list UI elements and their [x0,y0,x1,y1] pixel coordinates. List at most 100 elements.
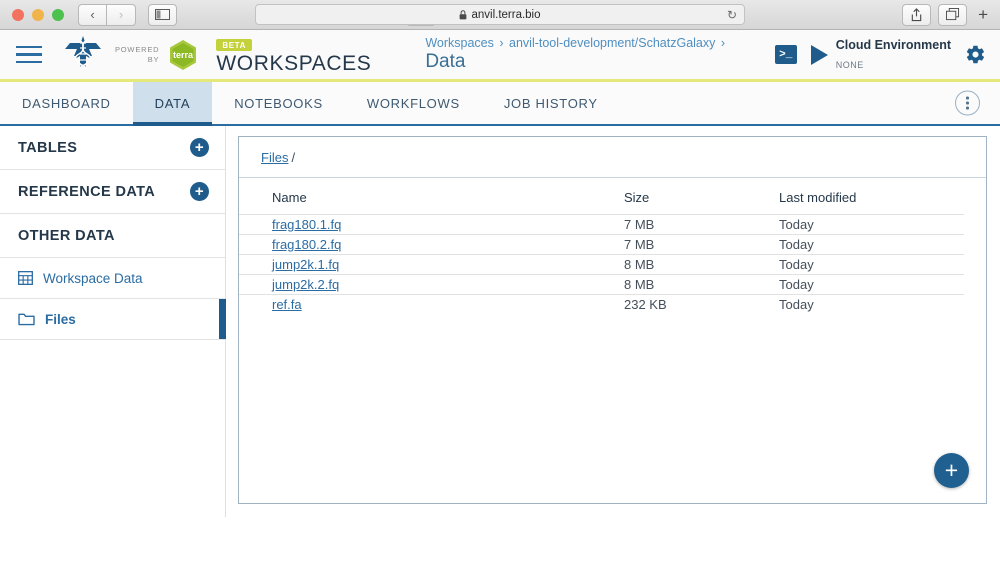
cloud-environment-button[interactable]: Cloud Environment NONE [810,36,951,73]
url-text-group: anvil.terra.bio [459,8,541,21]
sidebar-item-files-label: Files [45,311,76,327]
file-modified: Today [779,276,814,292]
page-title: WORKSPACES [216,52,372,75]
minimize-window-button[interactable] [32,8,44,21]
sidebar-section-reference-data-label: REFERENCE DATA [18,183,156,200]
share-icon [911,7,922,21]
show-tabs-button[interactable] [938,3,968,26]
table-row[interactable]: frag180.2.fq 7 MB Today [239,234,964,254]
file-link[interactable]: frag180.1.fq [272,217,341,232]
window-traffic-lights [12,8,64,21]
files-table: Name Size Last modified frag180.1.fq 7 M… [239,184,964,314]
table-row[interactable]: jump2k.1.fq 8 MB Today [239,254,964,274]
files-table-wrapper: Name Size Last modified frag180.1.fq 7 M… [239,178,986,314]
breadcrumb-current: Data [425,50,466,72]
data-sidebar: TABLES + REFERENCE DATA + OTHER DATA Wor… [0,126,226,517]
play-icon [810,44,828,65]
add-file-button[interactable]: + [934,453,969,488]
more-options-icon[interactable] [955,90,980,116]
lock-icon [460,9,467,19]
new-tab-button[interactable]: + [974,5,992,25]
url-label: anvil.terra.bio [471,8,541,21]
add-reference-data-button[interactable]: + [190,182,209,201]
sidebar-section-tables-label: TABLES [18,139,78,156]
sidebar-toggle-button[interactable] [148,3,177,26]
file-link[interactable]: jump2k.2.fq [272,277,339,292]
file-link[interactable]: ref.fa [272,297,302,312]
tab-dashboard[interactable]: DASHBOARD [0,82,133,124]
brand-group: POWERED BY terra [60,34,198,76]
folder-icon [18,313,35,326]
file-size: 8 MB [624,256,655,272]
powered-by-label: POWERED BY [115,45,159,64]
content-area: Files / Name Size Last modified frag180. [226,126,1000,517]
table-row[interactable]: jump2k.2.fq 8 MB Today [239,274,964,294]
file-size: 8 MB [624,276,655,292]
column-header-size: Size [624,190,650,206]
breadcrumb: Workspaces › anvil-tool-development/Scha… [425,36,727,74]
breadcrumb-root-link[interactable]: Workspaces [425,36,494,50]
anvil-logo-icon [65,35,101,69]
cloud-environment-title: Cloud Environment [835,38,951,53]
back-button[interactable]: ‹ [78,3,107,26]
maximize-window-button[interactable] [52,8,64,21]
header-right-controls: >_ Cloud Environment NONE [774,36,986,73]
column-header-last-modified: Last modified [779,190,857,206]
terra-wordmark: terra [173,50,194,60]
app-header: POWERED BY terra BETA WORKSPACES Workspa… [0,30,1000,82]
sidebar-item-workspace-data[interactable]: Workspace Data [0,258,225,299]
file-size: 7 MB [624,216,655,232]
sidebar-section-tables[interactable]: TABLES + [0,126,225,170]
file-modified: Today [779,216,814,232]
address-bar[interactable]: anvil.terra.bio ↻ [255,4,745,25]
tab-notebooks[interactable]: NOTEBOOKS [212,82,345,124]
chevron-left-icon: ‹ [90,7,95,22]
file-modified: Today [779,256,814,272]
tab-data[interactable]: DATA [132,82,213,126]
sidebar-section-other-data-label: OTHER DATA [18,227,115,244]
powered-by-line2: BY [147,54,160,64]
cloud-environment-status: NONE [835,59,864,70]
hamburger-menu-icon[interactable] [16,45,42,64]
file-modified: Today [779,236,814,252]
files-breadcrumb-slash: / [291,149,296,165]
close-window-button[interactable] [12,8,24,21]
reload-icon[interactable]: ↻ [727,8,737,22]
share-button[interactable] [902,3,932,26]
powered-by-line1: POWERED [115,45,160,55]
file-link[interactable]: frag180.2.fq [272,237,341,252]
tabs-overview-icon [945,8,959,21]
forward-button[interactable]: › [107,3,136,26]
gear-icon[interactable] [965,44,986,65]
sidebar-section-reference-data[interactable]: REFERENCE DATA + [0,170,225,214]
files-breadcrumb-link[interactable]: Files [261,150,288,165]
tab-job-history[interactable]: JOB HISTORY [482,82,620,124]
cloud-environment-label: Cloud Environment NONE [836,36,951,73]
file-size: 7 MB [624,236,655,252]
sidebar-item-files[interactable]: Files [0,299,226,340]
files-table-head: Name Size Last modified [239,184,964,214]
file-link[interactable]: jump2k.1.fq [272,257,339,272]
navigation-buttons: ‹ › [78,3,136,26]
browser-toolbar: ‹ › anvil.terra.bio ↻ + [0,0,1000,30]
table-icon [18,271,33,285]
table-row[interactable]: frag180.1.fq 7 MB Today [239,214,964,234]
tab-workflows[interactable]: WORKFLOWS [345,82,482,124]
sidebar-item-workspace-data-label: Workspace Data [43,270,143,286]
breadcrumb-separator-2: › [720,35,726,50]
file-size: 232 KB [624,296,667,312]
address-bar-container: anvil.terra.bio ↻ [255,4,745,25]
breadcrumb-workspace-link[interactable]: anvil-tool-development/SchatzGalaxy [509,36,715,50]
table-row[interactable]: ref.fa 232 KB Today [239,294,964,314]
add-table-button[interactable]: + [190,138,209,157]
files-breadcrumb: Files / [239,137,986,178]
file-modified: Today [779,296,814,312]
breadcrumb-trail: Workspaces › anvil-tool-development/Scha… [425,36,727,50]
terminal-icon[interactable]: >_ [774,45,797,64]
workspace-tabbar: DASHBOARD DATA NOTEBOOKS WORKFLOWS JOB H… [0,82,1000,126]
terra-logo-icon: terra [170,39,197,70]
files-table-body: frag180.1.fq 7 MB Today frag180.2.fq 7 M… [239,214,964,314]
browser-right-controls: + [902,3,992,26]
column-header-name: Name [272,190,307,206]
app-title-block: BETA WORKSPACES [216,35,371,74]
